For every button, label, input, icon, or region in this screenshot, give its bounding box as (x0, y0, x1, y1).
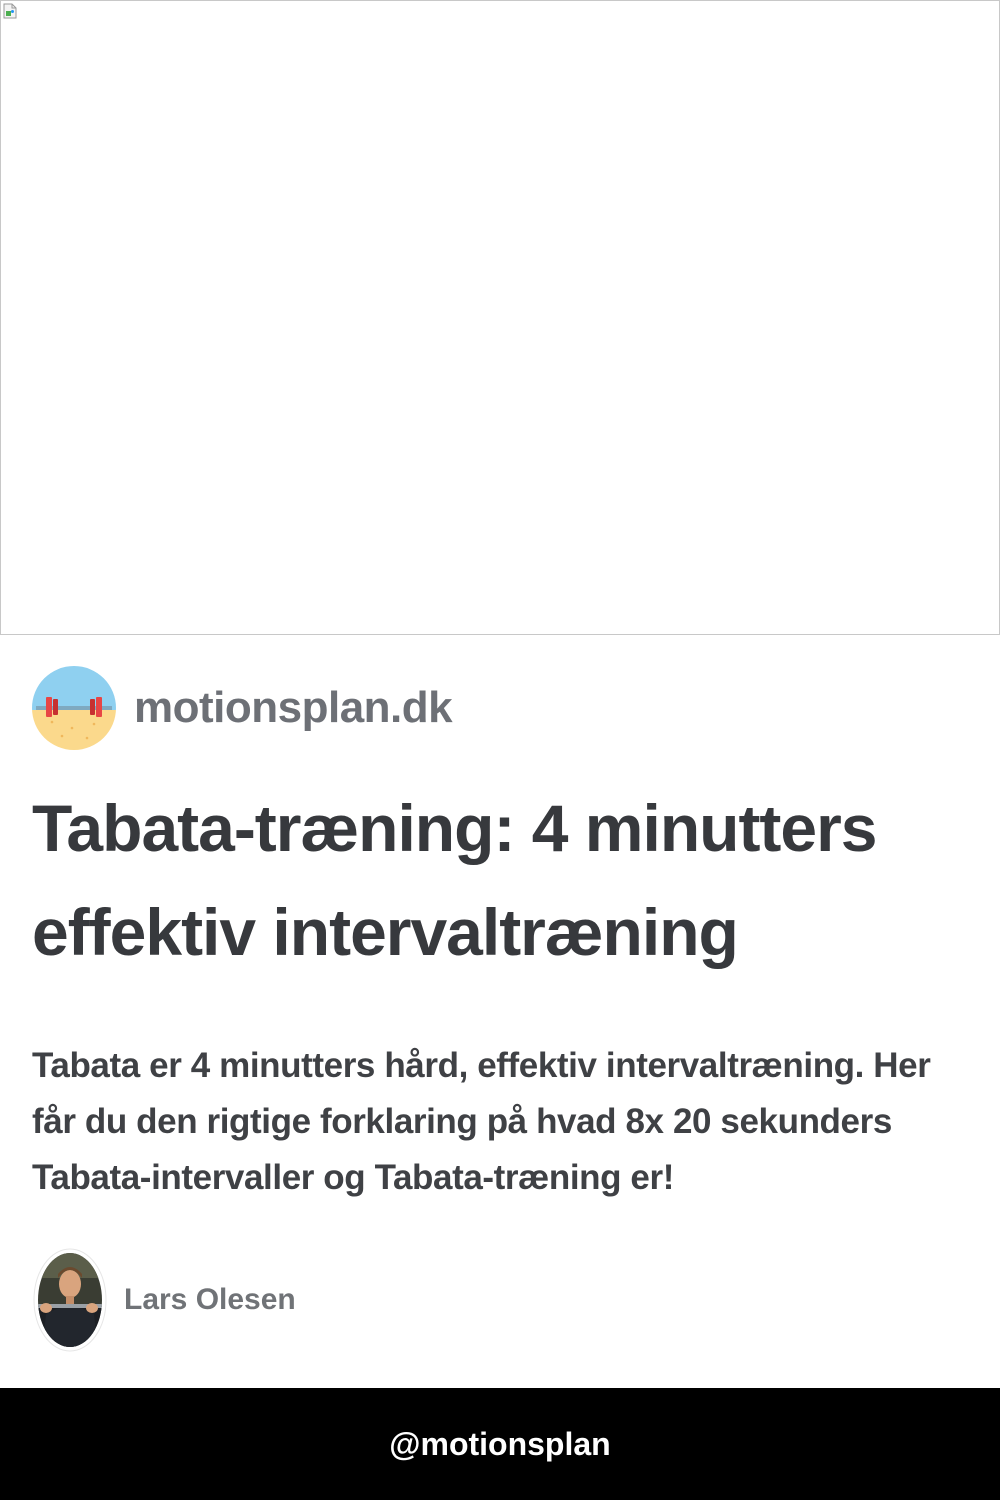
author-byline: Lars Olesen (32, 1248, 296, 1352)
hero-image (0, 0, 1000, 635)
footer-bar: @motionsplan (0, 1388, 1000, 1500)
broken-image-icon (3, 3, 17, 19)
barbell-logo-icon (32, 666, 116, 750)
site-name[interactable]: motionsplan.dk (134, 683, 453, 733)
article-description: Tabata er 4 minutters hård, effektiv int… (32, 1046, 931, 1197)
article-title[interactable]: Tabata-træning: 4 minutters effektiv int… (32, 776, 972, 984)
author-name[interactable]: Lars Olesen (124, 1283, 296, 1317)
site-header: motionsplan.dk (32, 666, 453, 750)
author-avatar (32, 1248, 108, 1352)
social-handle[interactable]: @motionsplan (389, 1426, 610, 1463)
share-card: motionsplan.dk Tabata-træning: 4 minutte… (0, 0, 1000, 1500)
